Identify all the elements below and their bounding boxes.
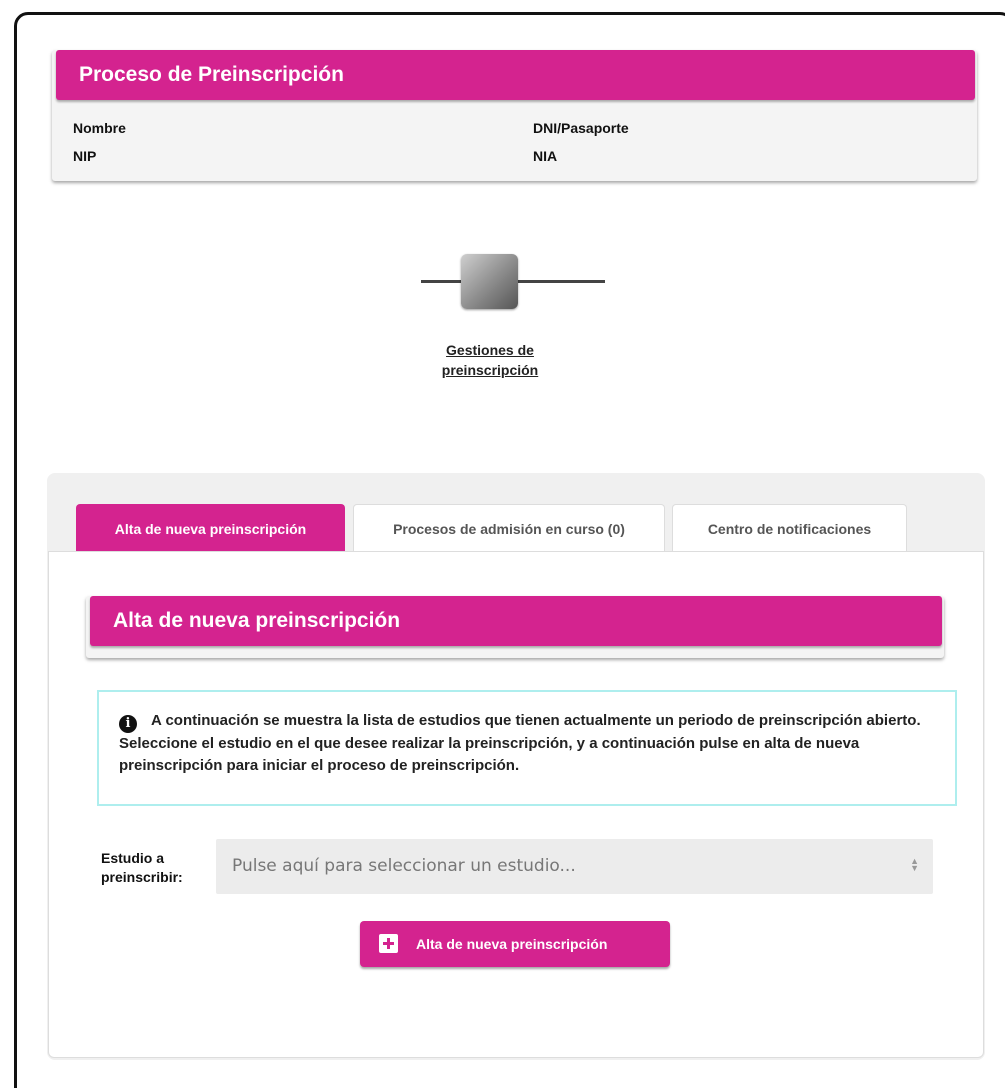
page-title: Proceso de Preinscripción — [56, 50, 975, 100]
section-title: Alta de nueva preinscripción — [90, 596, 942, 646]
tab-alta-nueva[interactable]: Alta de nueva preinscripción — [76, 504, 345, 552]
field-dni-label: DNI/Pasaporte — [533, 120, 629, 136]
step-connector-right — [517, 280, 605, 283]
estudio-select-label: Estudio a preinscribir: — [101, 850, 183, 885]
tab-centro-notificaciones[interactable]: Centro de notificaciones — [672, 504, 907, 552]
estudio-select[interactable]: Pulse aquí para seleccionar un estudio..… — [216, 839, 933, 894]
step-connector-left — [421, 280, 463, 283]
section-header-panel: Alta de nueva preinscripción — [86, 596, 944, 658]
field-nia-label: NIA — [533, 148, 558, 164]
alta-button-label: Alta de nueva preinscripción — [416, 936, 608, 952]
step-gestiones-icon[interactable] — [461, 254, 518, 309]
field-nombre-label: Nombre — [73, 120, 126, 136]
info-message-box: iA continuación se muestra la lista de e… — [97, 690, 957, 806]
alta-nueva-preinscripcion-button[interactable]: Alta de nueva preinscripción — [360, 921, 670, 967]
tab-procesos-admision[interactable]: Procesos de admisión en curso (0) — [353, 504, 665, 552]
plus-square-icon — [379, 934, 398, 953]
step-gestiones-link[interactable]: Gestiones de preinscripción — [400, 340, 580, 380]
field-nip-label: NIP — [73, 148, 97, 164]
estudio-select-placeholder: Pulse aquí para seleccionar un estudio..… — [232, 856, 576, 876]
info-circle-icon: i — [119, 715, 137, 733]
info-message-text: A continuación se muestra la lista de es… — [119, 712, 921, 774]
select-sort-icon: ▲ ▼ — [910, 856, 919, 873]
user-info-panel: Proceso de Preinscripción — [52, 50, 977, 181]
